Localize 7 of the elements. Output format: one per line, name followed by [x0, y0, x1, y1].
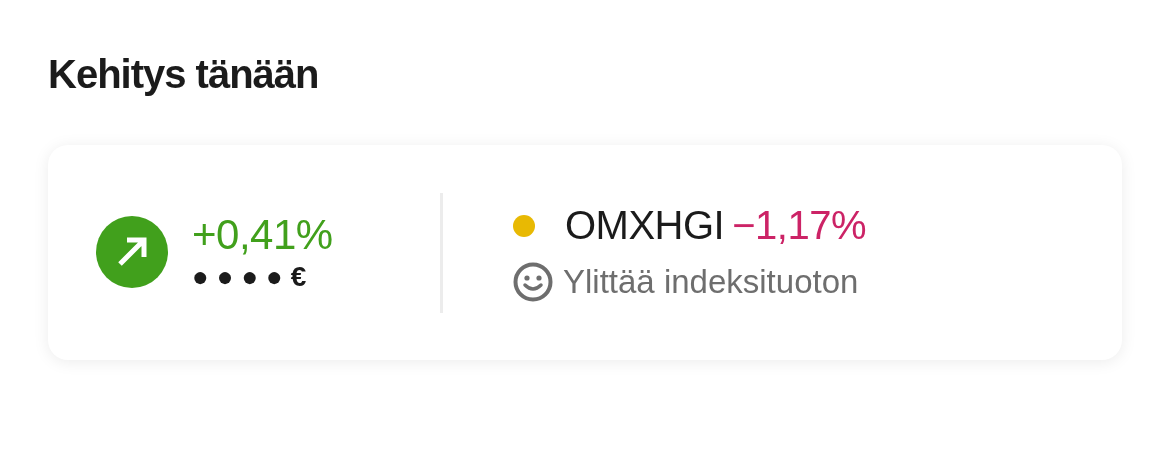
comparison-text: Ylittää indeksituoton	[563, 263, 859, 301]
section-title: Kehitys tänään	[48, 52, 320, 97]
hidden-value: ● ● ● ● €	[192, 262, 307, 293]
index-name: OMXHGI	[565, 203, 725, 248]
change-percent: +0,41%	[192, 212, 333, 259]
smiley-icon	[513, 262, 553, 302]
index-change: −1,17%	[732, 203, 866, 248]
